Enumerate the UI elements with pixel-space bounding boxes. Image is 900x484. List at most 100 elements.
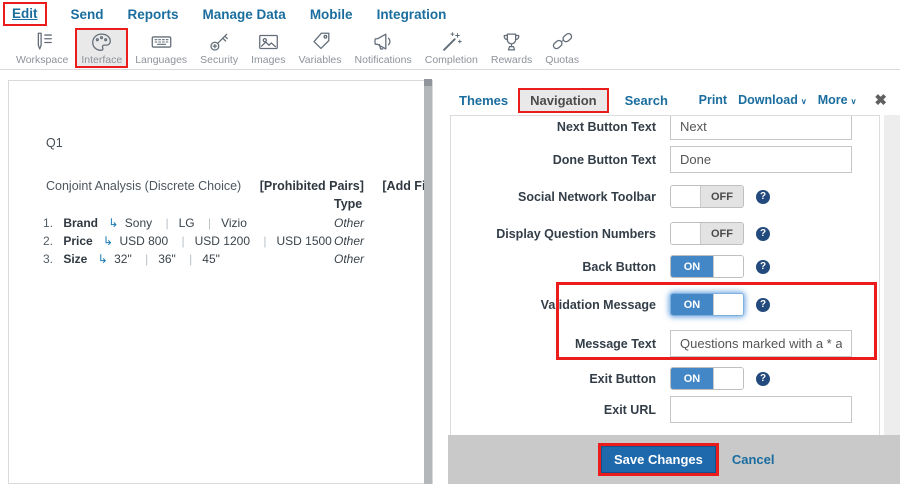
toggle-state-label: OFF [701,223,743,244]
tab-search[interactable]: Search [625,93,668,108]
branch-arrow-icon: ↳ [103,234,113,248]
panel-actions: Print Download∨ More∨ ✖ [699,91,900,109]
print-link[interactable]: Print [699,93,727,107]
toolbar-item-variables[interactable]: Variables [293,28,348,67]
help-icon[interactable]: ? [756,227,770,241]
save-changes-button[interactable]: Save Changes [601,446,716,473]
download-label: Download [738,93,798,107]
next-button-text-input[interactable] [670,115,852,140]
attribute-level: 36" [135,252,176,266]
megaphone-icon [371,30,396,54]
toolbar-item-rewards[interactable]: Rewards [485,28,538,67]
workspace-icon [30,30,55,54]
nav-item-reports[interactable]: Reports [128,7,179,22]
tab-navigation[interactable]: Navigation [518,88,608,113]
field-label: Social Network Toolbar [451,190,656,204]
validation-message-toggle[interactable]: ON [670,293,744,316]
more-link[interactable]: More∨ [818,93,857,107]
nav-item-edit[interactable]: Edit [3,2,47,26]
branch-arrow-icon: ↳ [98,252,108,266]
toolbar-item-label: Interface [81,54,122,66]
toggle-state-label: ON [671,368,713,389]
nav-item-mobile[interactable]: Mobile [310,7,353,22]
field-label: Display Question Numbers [451,227,656,241]
prohibited-pairs-link[interactable]: [Prohibited Pairs] [260,179,364,193]
attribute-row-price[interactable]: 2. Price ↳ USD 800 USD 1200 USD 1500 Oth… [37,234,332,248]
nav-item-manage-data[interactable]: Manage Data [203,7,286,22]
toggle-state-label: ON [671,294,713,315]
help-icon[interactable]: ? [756,260,770,274]
field-label: Message Text [451,337,656,351]
form-row-exit-button: Exit Button ON ? [451,367,879,390]
palette-icon [89,30,114,54]
left-panel-scrollbar[interactable] [424,79,432,484]
display-question-numbers-toggle[interactable]: OFF [670,222,744,245]
form-row-validation-message: Validation Message ON ? [451,293,879,316]
navigation-settings-form: Next Button Text Done Button Text Social… [450,115,880,435]
settings-footer: Save Changes Cancel [448,435,900,484]
nav-item-send[interactable]: Send [71,7,104,22]
toolbar-item-languages[interactable]: Languages [129,28,193,67]
attribute-level: LG [155,216,194,230]
toolbar-item-notifications[interactable]: Notifications [349,28,418,67]
trophy-icon [499,30,524,54]
attribute-row-size[interactable]: 3. Size ↳ 32" 36" 45" Other [37,252,220,266]
message-text-input[interactable] [670,330,852,357]
toolbar-item-label: Workspace [16,54,68,66]
settings-panel-scrollbar[interactable] [884,115,900,435]
form-row-next-button-text: Next Button Text [451,115,879,140]
type-column-header: Type [334,197,362,211]
attribute-name: Price [63,234,92,248]
attribute-row-brand[interactable]: 1. Brand ↳ Sony LG Vizio Other [37,216,247,230]
survey-editor-window: Edit Send Reports Manage Data Mobile Int… [0,0,900,484]
toggle-state-label: OFF [701,186,743,207]
keyboard-icon [149,30,174,54]
image-icon [256,30,281,54]
toolbar-item-images[interactable]: Images [245,28,291,67]
toolbar-item-quotas[interactable]: Quotas [539,28,585,67]
more-label: More [818,93,848,107]
question-type: Conjoint Analysis (Discrete Choice) [46,179,241,193]
social-network-toolbar-toggle[interactable]: OFF [670,185,744,208]
top-nav: Edit Send Reports Manage Data Mobile Int… [0,0,900,28]
toolbar-item-security[interactable]: Security [194,28,244,67]
form-row-message-text: Message Text [451,330,879,357]
toolbar-item-completion[interactable]: Completion [419,28,484,67]
magic-wand-icon [439,30,464,54]
field-label: Next Button Text [451,120,656,134]
form-row-exit-url: Exit URL [451,396,879,423]
cancel-link[interactable]: Cancel [732,452,775,467]
toggle-knob [671,186,701,207]
form-row-display-question-numbers: Display Question Numbers OFF ? [451,222,879,245]
toggle-knob [713,368,743,389]
row-number: 2. [37,234,53,248]
close-icon[interactable]: ✖ [874,91,887,109]
help-icon[interactable]: ? [756,372,770,386]
toolbar-item-label: Images [251,54,285,66]
chain-links-icon [550,30,575,54]
back-button-toggle[interactable]: ON [670,255,744,278]
toggle-knob [713,256,743,277]
toolbar-item-workspace[interactable]: Workspace [10,28,74,67]
download-link[interactable]: Download∨ [738,93,807,107]
toggle-state-label: ON [671,256,713,277]
attribute-level: 32" [114,252,132,266]
attribute-level: USD 1200 [172,234,251,248]
toolbar-item-label: Languages [135,54,187,66]
toolbar-item-label: Completion [425,54,478,66]
edit-toolbar: Workspace Interface Languages Security I… [0,28,900,70]
nav-item-integration[interactable]: Integration [377,7,447,22]
chevron-down-icon: ∨ [801,97,807,106]
tab-themes[interactable]: Themes [459,93,508,108]
help-icon[interactable]: ? [756,298,770,312]
row-number: 3. [37,252,53,266]
question-type-line: Conjoint Analysis (Discrete Choice) [Pro… [46,179,428,193]
toolbar-item-interface[interactable]: Interface [75,28,128,68]
done-button-text-input[interactable] [670,146,852,173]
exit-button-toggle[interactable]: ON [670,367,744,390]
exit-url-input[interactable] [670,396,852,423]
help-icon[interactable]: ? [756,190,770,204]
add-fixed-tasks-link[interactable]: [Add Fixed Tasks [382,179,428,193]
attribute-level: Sony [125,216,152,230]
toolbar-item-label: Notifications [355,54,412,66]
